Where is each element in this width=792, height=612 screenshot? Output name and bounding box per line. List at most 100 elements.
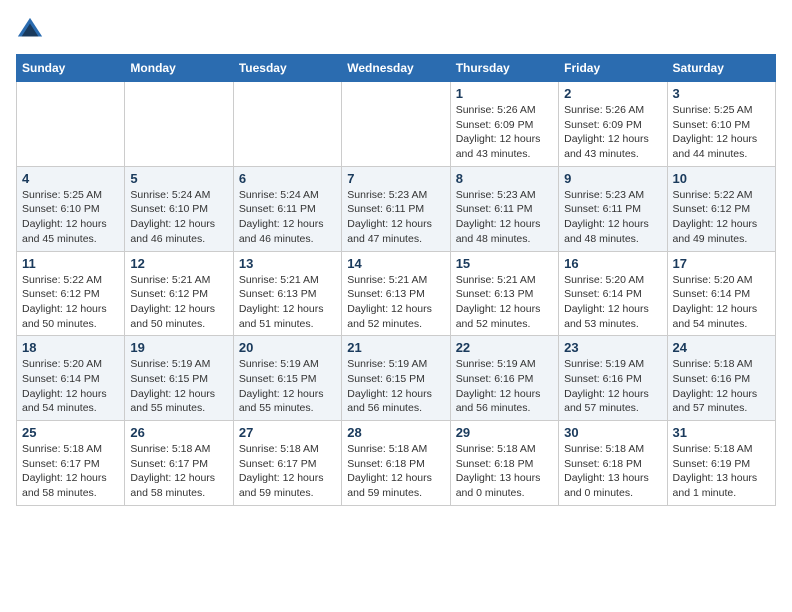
calendar-cell: [125, 82, 233, 167]
calendar-cell: 27Sunrise: 5:18 AM Sunset: 6:17 PM Dayli…: [233, 421, 341, 506]
calendar-cell: 31Sunrise: 5:18 AM Sunset: 6:19 PM Dayli…: [667, 421, 775, 506]
day-number: 4: [22, 171, 119, 186]
calendar-cell: [233, 82, 341, 167]
day-number: 6: [239, 171, 336, 186]
calendar-cell: 15Sunrise: 5:21 AM Sunset: 6:13 PM Dayli…: [450, 251, 558, 336]
day-info: Sunrise: 5:20 AM Sunset: 6:14 PM Dayligh…: [22, 357, 119, 416]
day-header-monday: Monday: [125, 55, 233, 82]
day-number: 1: [456, 86, 553, 101]
calendar-week-3: 11 Sunrise: 5:22 AM Sunset: 6:12 PM Dayli…: [17, 251, 776, 336]
day-number: 12: [130, 256, 227, 271]
day-info: Sunrise: 5:18 AM Sunset: 6:17 PM Dayligh…: [130, 442, 227, 501]
calendar-cell: [342, 82, 450, 167]
day-info: Sunrise: 5:20 AM Sunset: 6:14 PM Dayligh…: [564, 273, 661, 332]
day-header-thursday: Thursday: [450, 55, 558, 82]
day-info: Sunrise: 5:22 AM Sunset: 6:12 PM Dayligh…: [22, 273, 119, 332]
logo: [16, 16, 46, 44]
day-number: 30: [564, 425, 661, 440]
day-number: 24: [673, 340, 770, 355]
day-info: Sunrise: 5:24 AM Sunset: 6:10 PM Dayligh…: [130, 188, 227, 247]
calendar-cell: 21Sunrise: 5:19 AM Sunset: 6:15 PM Dayli…: [342, 336, 450, 421]
calendar-cell: 16 Sunrise: 5:20 AM Sunset: 6:14 PM Dayli…: [559, 251, 667, 336]
day-number: 28: [347, 425, 444, 440]
day-number: 9: [564, 171, 661, 186]
calendar-cell: 24 Sunrise: 5:18 AM Sunset: 6:16 PM Dayli…: [667, 336, 775, 421]
calendar-cell: 29Sunrise: 5:18 AM Sunset: 6:18 PM Dayli…: [450, 421, 558, 506]
day-header-saturday: Saturday: [667, 55, 775, 82]
day-number: 2: [564, 86, 661, 101]
day-info: Sunrise: 5:20 AM Sunset: 6:14 PM Dayligh…: [673, 273, 770, 332]
day-header-friday: Friday: [559, 55, 667, 82]
calendar-cell: 10 Sunrise: 5:22 AM Sunset: 6:12 PM Dayli…: [667, 166, 775, 251]
day-info: Sunrise: 5:25 AM Sunset: 6:10 PM Dayligh…: [22, 188, 119, 247]
day-number: 16: [564, 256, 661, 271]
calendar-cell: 2 Sunrise: 5:26 AM Sunset: 6:09 PM Daylig…: [559, 82, 667, 167]
day-info: Sunrise: 5:18 AM Sunset: 6:17 PM Dayligh…: [22, 442, 119, 501]
day-number: 13: [239, 256, 336, 271]
calendar-week-1: 1 Sunrise: 5:26 AM Sunset: 6:09 PM Daylig…: [17, 82, 776, 167]
day-info: Sunrise: 5:21 AM Sunset: 6:13 PM Dayligh…: [347, 273, 444, 332]
day-number: 5: [130, 171, 227, 186]
day-header-tuesday: Tuesday: [233, 55, 341, 82]
day-info: Sunrise: 5:18 AM Sunset: 6:18 PM Dayligh…: [347, 442, 444, 501]
calendar-cell: [17, 82, 125, 167]
day-number: 31: [673, 425, 770, 440]
day-number: 19: [130, 340, 227, 355]
calendar-cell: 23 Sunrise: 5:19 AM Sunset: 6:16 PM Dayli…: [559, 336, 667, 421]
calendar-cell: 30 Sunrise: 5:18 AM Sunset: 6:18 PM Dayli…: [559, 421, 667, 506]
calendar-header-row: SundayMondayTuesdayWednesdayThursdayFrid…: [17, 55, 776, 82]
calendar-week-5: 25Sunrise: 5:18 AM Sunset: 6:17 PM Dayli…: [17, 421, 776, 506]
calendar-cell: 5 Sunrise: 5:24 AM Sunset: 6:10 PM Daylig…: [125, 166, 233, 251]
day-number: 11: [22, 256, 119, 271]
day-info: Sunrise: 5:21 AM Sunset: 6:13 PM Dayligh…: [456, 273, 553, 332]
calendar-cell: 1 Sunrise: 5:26 AM Sunset: 6:09 PM Daylig…: [450, 82, 558, 167]
day-number: 23: [564, 340, 661, 355]
calendar-cell: 26 Sunrise: 5:18 AM Sunset: 6:17 PM Dayli…: [125, 421, 233, 506]
day-info: Sunrise: 5:18 AM Sunset: 6:18 PM Dayligh…: [564, 442, 661, 501]
calendar-cell: 7 Sunrise: 5:23 AM Sunset: 6:11 PM Daylig…: [342, 166, 450, 251]
day-info: Sunrise: 5:19 AM Sunset: 6:15 PM Dayligh…: [239, 357, 336, 416]
day-number: 14: [347, 256, 444, 271]
calendar-cell: 11 Sunrise: 5:22 AM Sunset: 6:12 PM Dayli…: [17, 251, 125, 336]
day-info: Sunrise: 5:23 AM Sunset: 6:11 PM Dayligh…: [456, 188, 553, 247]
day-number: 22: [456, 340, 553, 355]
day-info: Sunrise: 5:23 AM Sunset: 6:11 PM Dayligh…: [347, 188, 444, 247]
day-number: 10: [673, 171, 770, 186]
day-number: 17: [673, 256, 770, 271]
calendar-cell: 9 Sunrise: 5:23 AM Sunset: 6:11 PM Daylig…: [559, 166, 667, 251]
calendar-cell: 6 Sunrise: 5:24 AM Sunset: 6:11 PM Daylig…: [233, 166, 341, 251]
calendar-cell: 8 Sunrise: 5:23 AM Sunset: 6:11 PM Daylig…: [450, 166, 558, 251]
day-info: Sunrise: 5:26 AM Sunset: 6:09 PM Dayligh…: [456, 103, 553, 162]
day-info: Sunrise: 5:23 AM Sunset: 6:11 PM Dayligh…: [564, 188, 661, 247]
day-number: 3: [673, 86, 770, 101]
day-number: 8: [456, 171, 553, 186]
calendar-cell: 12 Sunrise: 5:21 AM Sunset: 6:12 PM Dayli…: [125, 251, 233, 336]
calendar-cell: 4 Sunrise: 5:25 AM Sunset: 6:10 PM Daylig…: [17, 166, 125, 251]
day-info: Sunrise: 5:22 AM Sunset: 6:12 PM Dayligh…: [673, 188, 770, 247]
day-number: 26: [130, 425, 227, 440]
day-info: Sunrise: 5:18 AM Sunset: 6:16 PM Dayligh…: [673, 357, 770, 416]
day-info: Sunrise: 5:19 AM Sunset: 6:16 PM Dayligh…: [456, 357, 553, 416]
day-number: 7: [347, 171, 444, 186]
day-info: Sunrise: 5:26 AM Sunset: 6:09 PM Dayligh…: [564, 103, 661, 162]
day-number: 18: [22, 340, 119, 355]
calendar-cell: 25Sunrise: 5:18 AM Sunset: 6:17 PM Dayli…: [17, 421, 125, 506]
calendar-week-2: 4 Sunrise: 5:25 AM Sunset: 6:10 PM Daylig…: [17, 166, 776, 251]
calendar-week-4: 18 Sunrise: 5:20 AM Sunset: 6:14 PM Dayli…: [17, 336, 776, 421]
day-number: 20: [239, 340, 336, 355]
calendar-cell: 20 Sunrise: 5:19 AM Sunset: 6:15 PM Dayli…: [233, 336, 341, 421]
day-info: Sunrise: 5:21 AM Sunset: 6:12 PM Dayligh…: [130, 273, 227, 332]
calendar-cell: 28 Sunrise: 5:18 AM Sunset: 6:18 PM Dayli…: [342, 421, 450, 506]
calendar-cell: 17 Sunrise: 5:20 AM Sunset: 6:14 PM Dayli…: [667, 251, 775, 336]
calendar-cell: 18 Sunrise: 5:20 AM Sunset: 6:14 PM Dayli…: [17, 336, 125, 421]
day-header-sunday: Sunday: [17, 55, 125, 82]
calendar-cell: 22 Sunrise: 5:19 AM Sunset: 6:16 PM Dayli…: [450, 336, 558, 421]
day-number: 21: [347, 340, 444, 355]
day-info: Sunrise: 5:19 AM Sunset: 6:16 PM Dayligh…: [564, 357, 661, 416]
day-info: Sunrise: 5:24 AM Sunset: 6:11 PM Dayligh…: [239, 188, 336, 247]
day-info: Sunrise: 5:19 AM Sunset: 6:15 PM Dayligh…: [130, 357, 227, 416]
day-number: 29: [456, 425, 553, 440]
day-number: 27: [239, 425, 336, 440]
calendar-cell: 3Sunrise: 5:25 AM Sunset: 6:10 PM Daylig…: [667, 82, 775, 167]
page-header: [16, 16, 776, 44]
